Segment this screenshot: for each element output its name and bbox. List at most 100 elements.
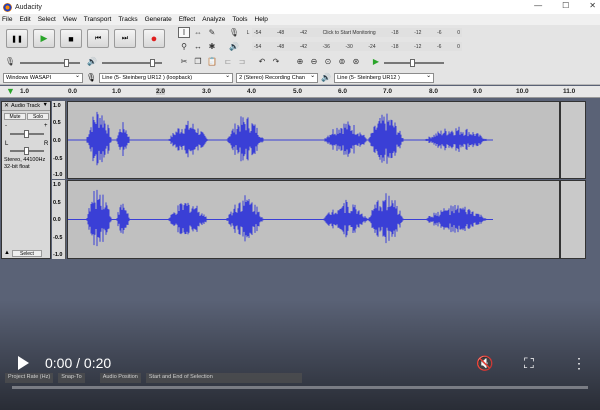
audacity-logo-icon	[3, 2, 12, 12]
fullscreen-icon[interactable]: ⛶	[524, 355, 534, 372]
audio-host-select[interactable]: Windows WASAPI	[3, 72, 83, 83]
pause-icon: ❚❚	[11, 35, 23, 43]
pan-slider[interactable]	[10, 147, 44, 155]
play-meter-tick: -36	[322, 43, 330, 50]
record-meter-tick: -54	[254, 29, 262, 36]
play-meter-tick: -42	[299, 43, 307, 50]
paste-icon[interactable]: 📋	[206, 56, 218, 67]
draw-tool-icon[interactable]: ✎	[206, 27, 218, 38]
skip-to-end-button[interactable]: ⏭	[114, 29, 136, 48]
menu-generate[interactable]: Generate	[145, 16, 172, 23]
audio-position-label: Audio Position	[99, 373, 141, 383]
waveform-right-channel[interactable]	[67, 180, 560, 259]
stop-button[interactable]: ■	[60, 29, 82, 48]
timeline-ruler[interactable]: ▼ 1.0 0.0 1.0 2.0 3.0 4.0 5.0 6.0 7.0 8.…	[0, 86, 600, 98]
menu-transport[interactable]: Transport	[84, 16, 112, 23]
video-progress-bar[interactable]	[12, 386, 588, 389]
ruler-tick: 8.0	[429, 88, 439, 95]
menu-edit[interactable]: Edit	[19, 16, 30, 23]
zoom-tool-icon[interactable]: ⚲	[178, 41, 190, 52]
play-button[interactable]: ▶	[33, 29, 55, 48]
speaker-volume-icon: 🔊	[87, 57, 97, 66]
minimize-button[interactable]: —	[534, 1, 542, 10]
multi-tool-icon[interactable]: ✱	[206, 41, 218, 52]
selection-tool-icon[interactable]: I	[178, 27, 190, 38]
undo-icon[interactable]: ↶	[256, 56, 268, 67]
waveform-left-channel[interactable]	[67, 101, 560, 179]
scale-label: 0.5	[53, 120, 61, 126]
time-shift-tool-icon[interactable]: ↔	[192, 41, 204, 52]
record-meter-tick: -12	[414, 29, 422, 36]
play-meter-tick: -48	[276, 43, 285, 50]
record-meter-tick: -6	[437, 29, 442, 36]
gain-minus-label: -	[5, 123, 7, 129]
close-track-icon[interactable]: ✕	[4, 102, 9, 109]
scale-label: -0.5	[53, 156, 63, 162]
title-bar: Audacity — ☐ ✕	[0, 0, 600, 14]
track-end-area	[560, 101, 586, 179]
play-speed-slider[interactable]	[384, 59, 444, 67]
menu-help[interactable]: Help	[255, 16, 268, 23]
record-meter-tick: -18	[391, 29, 399, 36]
mic-volume-icon: 🎙	[4, 57, 16, 66]
play-at-speed-icon[interactable]: ▶	[370, 56, 382, 67]
playback-device-select[interactable]: Line (5- Steinberg UR12 )	[334, 72, 435, 83]
silence-icon[interactable]: ⊐	[236, 56, 248, 67]
playback-volume-slider[interactable]	[102, 59, 162, 67]
more-options-icon[interactable]: ⋮	[572, 355, 586, 372]
mute-button[interactable]: Mute	[4, 113, 26, 120]
pause-button[interactable]: ❚❚	[6, 29, 28, 48]
maximize-button[interactable]: ☐	[562, 1, 569, 10]
play-meter-tick: 0	[457, 43, 460, 50]
copy-icon[interactable]: ❐	[192, 56, 204, 67]
menu-view[interactable]: View	[63, 16, 77, 23]
menu-file[interactable]: File	[2, 16, 12, 23]
scale-label: -1.0	[53, 252, 63, 258]
scale-label: 1.0	[53, 182, 61, 188]
envelope-tool-icon[interactable]: ⇔	[192, 27, 204, 38]
ruler-tick: 3.0	[202, 88, 212, 95]
recording-device-select[interactable]: Line (5- Steinberg UR12 ) (loopback)	[99, 72, 234, 83]
speaker-icon: 🔊	[229, 42, 239, 51]
collapse-track-icon[interactable]: ▲	[4, 250, 10, 256]
snap-to-label: Snap-To	[58, 373, 85, 383]
menu-analyze[interactable]: Analyze	[202, 16, 225, 23]
scale-label: -1.0	[53, 172, 63, 178]
mute-video-icon[interactable]: 🔇	[476, 355, 493, 372]
cut-icon[interactable]: ✂	[178, 56, 190, 67]
record-button[interactable]: ●	[143, 29, 165, 48]
skip-to-start-button[interactable]: ⏮	[87, 29, 109, 48]
fit-selection-icon[interactable]: ⊙	[322, 56, 334, 67]
fit-project-icon[interactable]: ⊚	[336, 56, 348, 67]
record-icon: ●	[150, 32, 158, 45]
redo-icon[interactable]: ↷	[270, 56, 282, 67]
ruler-tick: 9.0	[473, 88, 483, 95]
menu-tracks[interactable]: Tracks	[118, 16, 137, 23]
play-meter-tick: -12	[414, 43, 422, 50]
zoom-in-icon[interactable]: ⊕	[294, 56, 306, 67]
solo-button[interactable]: Solo	[27, 113, 49, 120]
track-name-menu[interactable]: ✕ Audio Track ▼	[2, 102, 50, 111]
recording-channels-select[interactable]: 2 (Stereo) Recording Chan	[236, 72, 319, 83]
left-channel-scale: 1.0 0.5 0.0 -0.5 -1.0	[52, 101, 66, 179]
project-rate-label: Project Rate (Hz)	[5, 373, 54, 383]
menu-effect[interactable]: Effect	[179, 16, 196, 23]
trim-icon[interactable]: ⊏	[222, 56, 234, 67]
gain-plus-label: +	[44, 123, 48, 129]
zoom-out-icon[interactable]: ⊖	[308, 56, 320, 67]
scale-label: 1.0	[53, 103, 61, 109]
menu-tools[interactable]: Tools	[232, 16, 247, 23]
record-meter[interactable]: -54 -48 -42 Click to Start Monitoring -1…	[252, 28, 462, 37]
selection-toolbar: Project Rate (Hz) Snap-To Audio Position…	[0, 372, 600, 410]
gain-slider[interactable]	[10, 130, 44, 138]
recording-volume-slider[interactable]	[20, 59, 80, 67]
track-end-area	[560, 180, 586, 259]
select-track-button[interactable]: Select	[12, 250, 42, 257]
playback-meter[interactable]: -54 -48 -42 -36 -30 -24 -18 -12 -6 0	[252, 42, 462, 51]
menu-select[interactable]: Select	[38, 16, 56, 23]
start-monitoring-label[interactable]: Click to Start Monitoring	[323, 30, 376, 36]
zoom-toggle-icon[interactable]: ⊛	[350, 56, 362, 67]
close-button[interactable]: ✕	[589, 1, 596, 10]
video-play-icon[interactable]	[18, 356, 29, 370]
play-meter-tick: -6	[437, 43, 442, 50]
